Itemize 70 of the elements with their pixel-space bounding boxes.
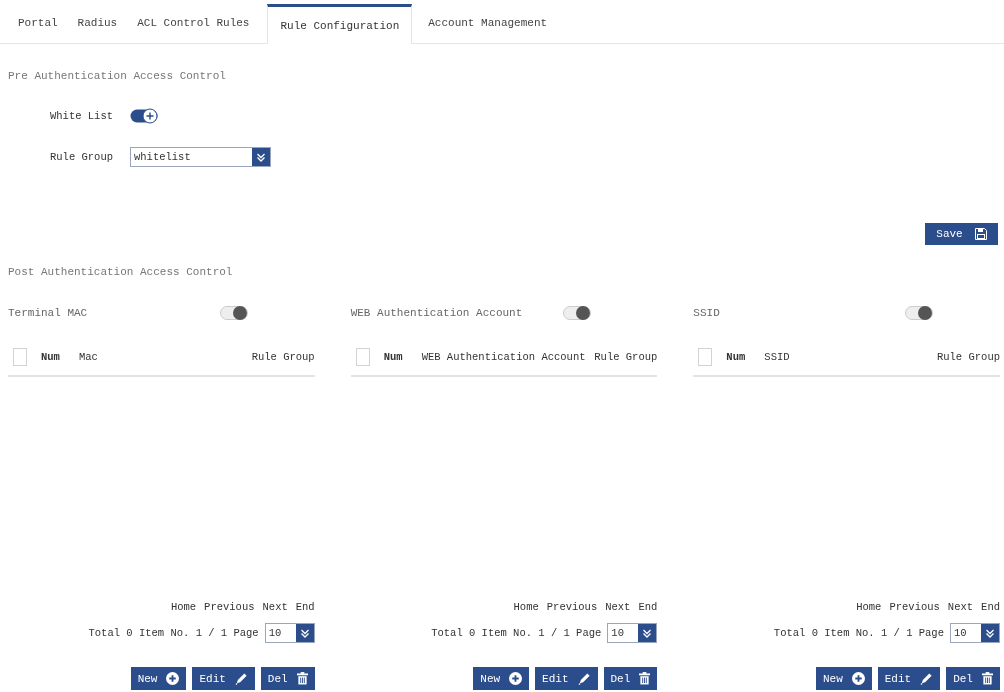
column-header: Rule Group [251,351,315,363]
section-title: Post Authentication Access Control [7,265,234,280]
tab[interactable]: ACL Control Rules [127,4,260,43]
page-summary: Total 0 Item No. 1 / 1 Page [431,627,602,639]
pager-link[interactable]: Previous [889,601,940,613]
delete-button[interactable]: Del [260,667,315,690]
page-summary: Total 0 Item No. 1 / 1 Page [773,627,944,639]
column-header: Num [383,351,404,363]
column-header: Num [41,351,61,363]
trash-icon [982,672,993,685]
pager-link[interactable]: End [295,601,315,613]
trash-icon [639,672,651,685]
pencil-icon [577,672,591,685]
edit-button[interactable]: Edit [535,667,598,690]
pager-link[interactable]: Next [947,601,974,613]
column-header: Rule Group [594,351,658,363]
tab[interactable]: Radius [67,4,128,43]
pager-link[interactable]: Previous [204,601,255,613]
pager-link[interactable]: Home [170,601,197,613]
page-summary: Total 0 Item No. 1 / 1 Page [88,627,259,639]
chevron-down-icon [981,624,999,642]
page-size-select[interactable]: 10 [950,623,1000,643]
edit-button[interactable]: Edit [192,667,255,690]
toggle-switch[interactable] [562,305,591,321]
checkbox[interactable] [698,348,713,366]
field-label: Rule Group [50,151,114,163]
checkbox[interactable] [355,348,370,366]
tab[interactable]: Account Management [418,4,558,43]
new-button[interactable]: New [130,667,187,690]
pager-link[interactable]: Home [856,601,882,613]
plus-circle-icon [166,672,180,685]
column-header: Mac [79,351,99,363]
chevron-down-icon [252,148,270,166]
page-size-select[interactable]: 10 [264,623,315,643]
pager-link[interactable]: End [981,601,1000,613]
plus-circle-icon [851,672,865,685]
pager-link[interactable]: Home [513,601,539,613]
delete-button[interactable]: Del [603,667,658,690]
checkbox[interactable] [13,348,27,366]
pencil-icon [920,672,934,685]
page-size-select[interactable]: 10 [607,623,658,643]
edit-button[interactable]: Edit [877,667,941,690]
section-title: Pre Authentication Access Control [8,69,227,84]
tab[interactable]: Rule Configuration [267,4,413,44]
toggle-switch[interactable] [130,108,158,124]
toggle-label: Terminal MAC [8,307,89,319]
toggle-label: WEB Authentication Account [350,307,524,319]
tab[interactable]: Portal [8,4,68,43]
pager-link[interactable]: Next [262,601,288,613]
rule-group-select[interactable]: whitelist [130,147,271,167]
column-header: Num [726,351,747,363]
plus-circle-icon [509,672,523,685]
pager-link[interactable]: Previous [546,601,598,613]
toggle-switch[interactable] [905,305,934,321]
column-header: Rule Group [936,351,1000,363]
pager-link[interactable]: Next [605,601,631,613]
pencil-icon [234,672,248,685]
chevron-down-icon [638,624,657,642]
delete-button[interactable]: Del [946,667,1000,690]
pager-link[interactable]: End [638,601,658,613]
chevron-down-icon [295,624,314,642]
column-header: WEB Authentication Account [421,351,583,363]
toggle-label: SSID [693,307,721,319]
trash-icon [296,672,308,685]
toggle-switch[interactable] [220,305,248,321]
save-button[interactable]: Save [925,223,998,245]
column-header: SSID [764,351,790,363]
new-button[interactable]: New [815,667,872,690]
field-label: White List [50,110,114,122]
new-button[interactable]: New [473,667,530,690]
